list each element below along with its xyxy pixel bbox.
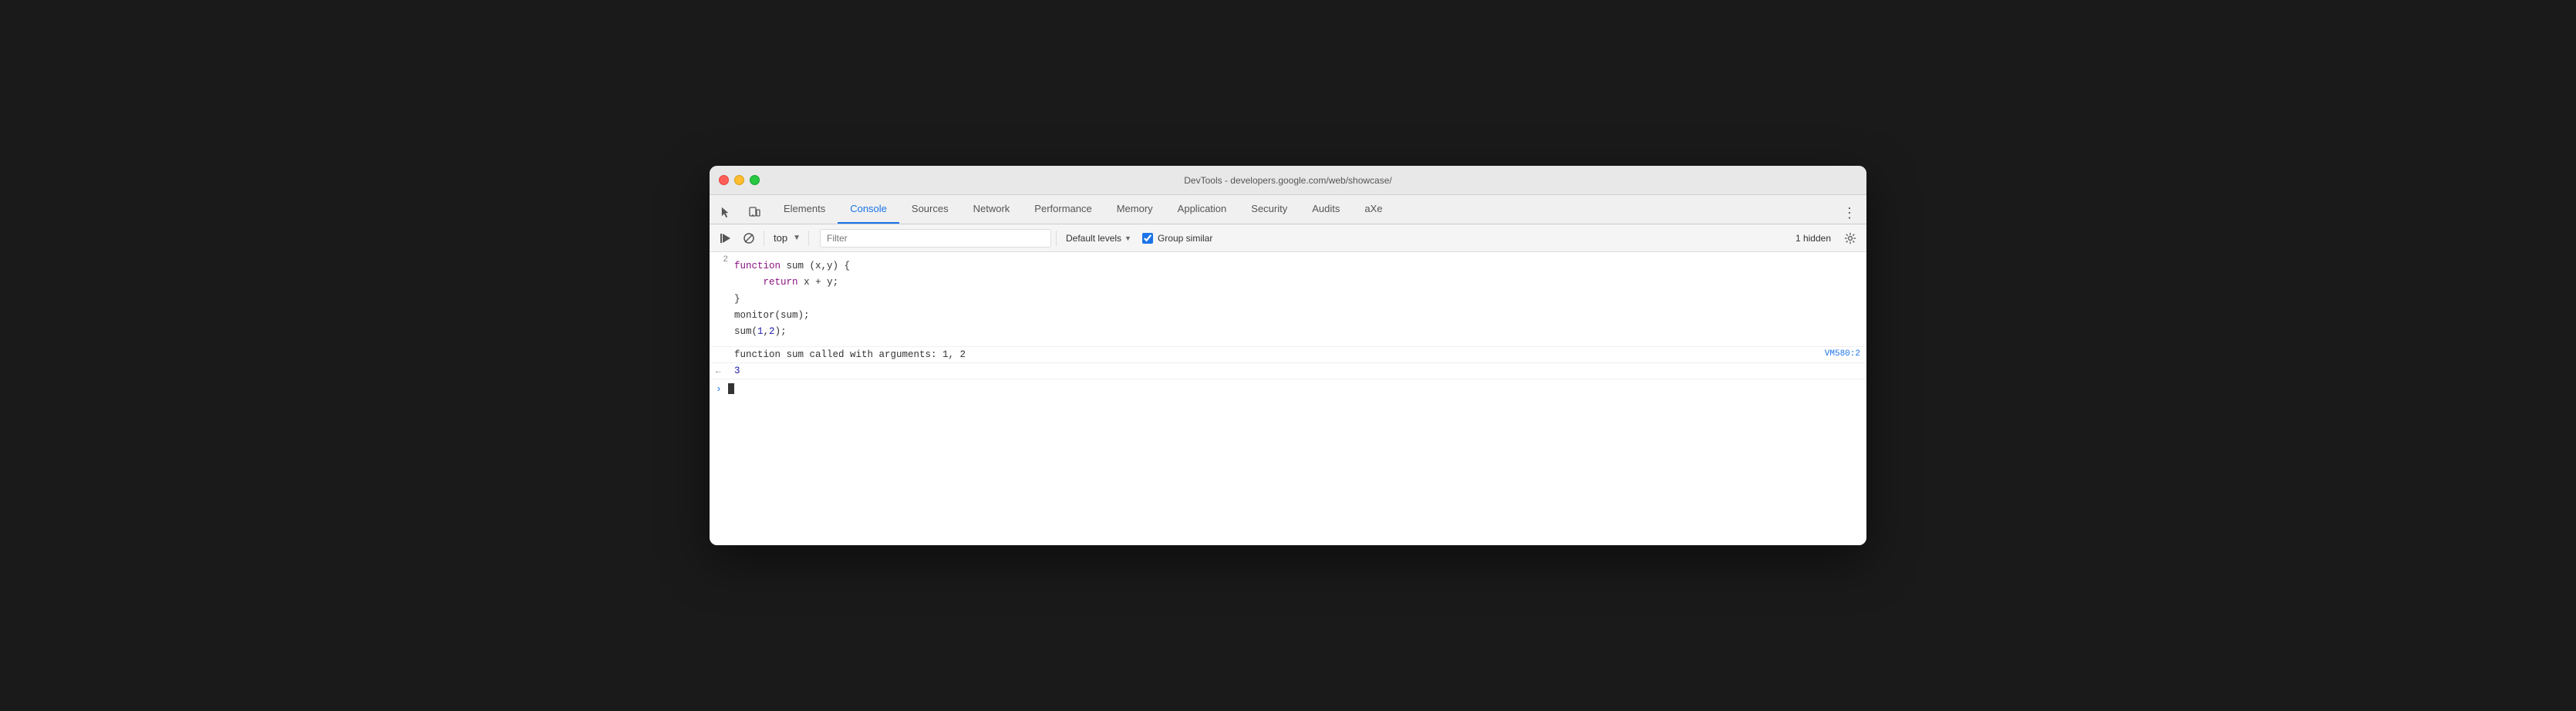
clear-console-button[interactable]	[716, 228, 736, 248]
code-text-5c: );	[775, 326, 787, 337]
code-line-5: sum(1,2);	[734, 324, 1860, 340]
code-line-1: function sum (x,y) {	[734, 258, 1860, 275]
window-title: DevTools - developers.google.com/web/sho…	[1184, 175, 1391, 186]
code-text-5b: ,	[764, 326, 770, 337]
code-text-5a: sum(	[734, 326, 757, 337]
tab-bar-right: ⋮	[1839, 202, 1860, 224]
tab-elements[interactable]: Elements	[771, 194, 838, 224]
tab-audits[interactable]: Audits	[1300, 194, 1352, 224]
console-settings-button[interactable]	[1840, 228, 1860, 248]
tab-network[interactable]: Network	[961, 194, 1023, 224]
output-text: function sum called with arguments: 1, 2	[734, 349, 1825, 360]
gear-icon	[1844, 232, 1856, 244]
levels-label: Default levels	[1066, 233, 1121, 244]
output-source-link[interactable]: VM580:2	[1825, 349, 1860, 360]
keyword-function: function	[734, 261, 781, 271]
console-content: 2 function sum (x,y) { return x + y; } m…	[710, 252, 1866, 545]
minimize-button[interactable]	[734, 175, 744, 185]
tab-console[interactable]: Console	[838, 194, 899, 224]
hidden-count: 1 hidden	[1795, 233, 1831, 244]
prompt-arrow-icon: ›	[716, 383, 722, 395]
tab-axe[interactable]: aXe	[1352, 194, 1394, 224]
run-icon	[720, 232, 732, 244]
indent-1	[734, 277, 757, 288]
main-tabs: Elements Console Sources Network Perform…	[771, 194, 1839, 224]
code-line-4: monitor(sum);	[734, 308, 1860, 324]
code-line-3: }	[734, 291, 1860, 308]
context-select[interactable]: top	[769, 229, 804, 247]
tab-sources[interactable]: Sources	[899, 194, 961, 224]
group-similar-checkbox[interactable]	[1142, 233, 1153, 244]
context-select-wrapper[interactable]: top ▼	[769, 229, 804, 247]
devtools-window: DevTools - developers.google.com/web/sho…	[710, 166, 1866, 545]
code-num-1: 1	[757, 326, 764, 337]
line-number: 2	[716, 254, 734, 265]
console-output-line: function sum called with arguments: 1, 2…	[710, 347, 1866, 363]
tab-bar-tools	[716, 202, 765, 224]
device-toolbar-button[interactable]	[743, 202, 765, 224]
device-icon	[748, 207, 760, 219]
code-text-4: monitor(sum);	[734, 310, 810, 321]
result-arrow-icon: ←	[716, 366, 728, 376]
tab-performance[interactable]: Performance	[1022, 194, 1104, 224]
traffic-lights	[719, 175, 760, 185]
console-prompt-line[interactable]: ›	[710, 379, 1866, 398]
toolbar-divider-3	[1056, 231, 1057, 246]
code-line-2: return x + y;	[734, 275, 1860, 291]
tab-application[interactable]: Application	[1165, 194, 1239, 224]
block-icon	[743, 232, 755, 244]
block-requests-button[interactable]	[739, 228, 759, 248]
console-code-entry: 2 function sum (x,y) { return x + y; } m…	[710, 252, 1866, 347]
tab-bar: Elements Console Sources Network Perform…	[710, 195, 1866, 224]
levels-dropdown-button[interactable]: Default levels ▼	[1061, 231, 1136, 246]
code-content: function sum (x,y) { return x + y; } mon…	[734, 254, 1860, 345]
console-toolbar: top ▼ Default levels ▼ Group similar 1 h…	[710, 224, 1866, 252]
title-bar: DevTools - developers.google.com/web/sho…	[710, 166, 1866, 195]
levels-arrow-icon: ▼	[1124, 234, 1131, 242]
code-text-2: x + y;	[804, 277, 838, 288]
group-similar-label[interactable]: Group similar	[1142, 233, 1212, 244]
more-tabs-button[interactable]: ⋮	[1839, 202, 1860, 224]
maximize-button[interactable]	[750, 175, 760, 185]
console-result-line: ← 3	[710, 363, 1866, 379]
prompt-cursor	[728, 383, 734, 394]
keyword-return: return	[764, 277, 798, 288]
code-text-1: sum (x,y) {	[787, 261, 851, 271]
toolbar-divider-2	[808, 231, 809, 246]
group-similar-text: Group similar	[1158, 233, 1212, 244]
output-arrow-icon	[716, 349, 728, 360]
inspect-element-button[interactable]	[716, 202, 737, 224]
close-button[interactable]	[719, 175, 729, 185]
code-text-3: }	[734, 294, 740, 305]
tab-security[interactable]: Security	[1239, 194, 1300, 224]
code-num-2: 2	[769, 326, 775, 337]
cursor-icon	[720, 206, 733, 220]
filter-input[interactable]	[820, 229, 1051, 248]
result-value: 3	[734, 366, 740, 376]
tab-memory[interactable]: Memory	[1104, 194, 1165, 224]
